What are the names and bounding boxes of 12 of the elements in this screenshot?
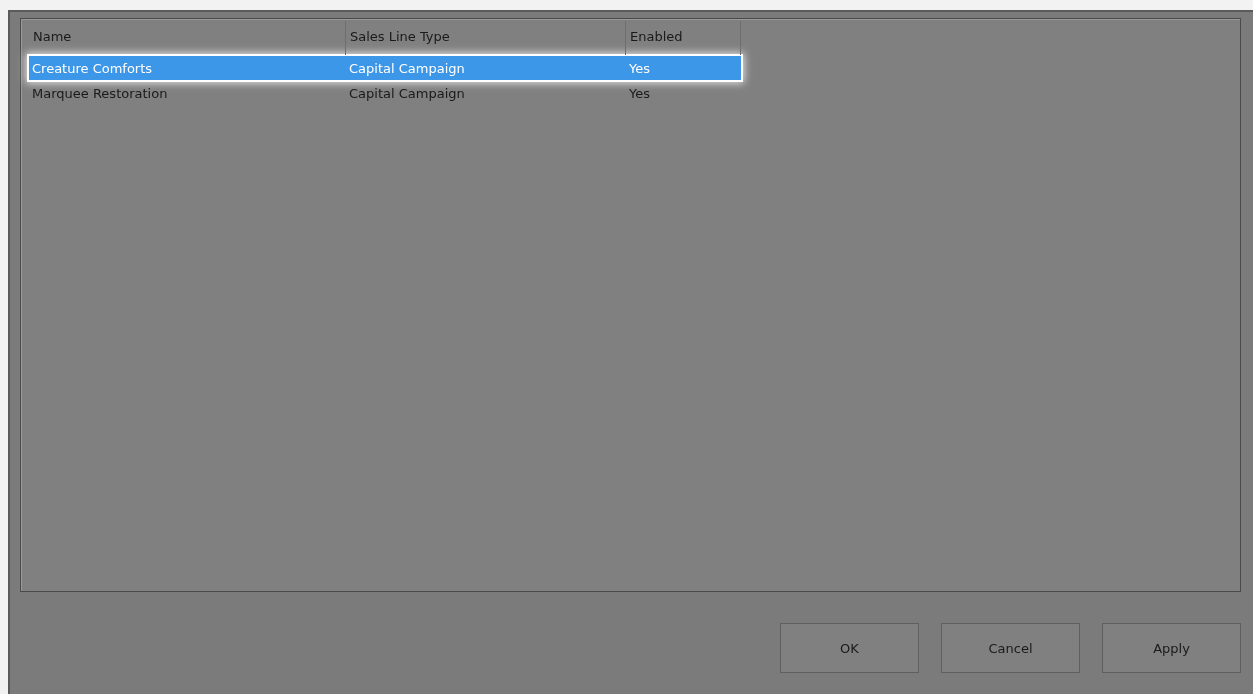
- dialog-button[interactable]: OK: [780, 623, 919, 673]
- table-cell-text: Capital Campaign: [348, 85, 466, 101]
- table-cell-text: Yes: [628, 60, 651, 76]
- list-view[interactable]: Name Sales Line Type Enabled Creature Comforts Capital Campaign Yes Marquee Restoration Capital Campaign Yes: [20, 18, 1241, 592]
- dialog-button[interactable]: Cancel: [941, 623, 1080, 673]
- table-cell-text: Yes: [628, 85, 651, 101]
- table-cell-text: Creature Comforts: [31, 60, 154, 76]
- list-row[interactable]: Marquee Restoration Capital Campaign Yes: [29, 81, 741, 105]
- selected-row[interactable]: Creature Comforts Capital Campaign Yes: [29, 56, 741, 80]
- table-cell-text: Capital Campaign: [348, 60, 466, 76]
- table-cell-text: Marquee Restoration: [31, 85, 169, 101]
- dialog-button[interactable]: Apply: [1102, 623, 1241, 673]
